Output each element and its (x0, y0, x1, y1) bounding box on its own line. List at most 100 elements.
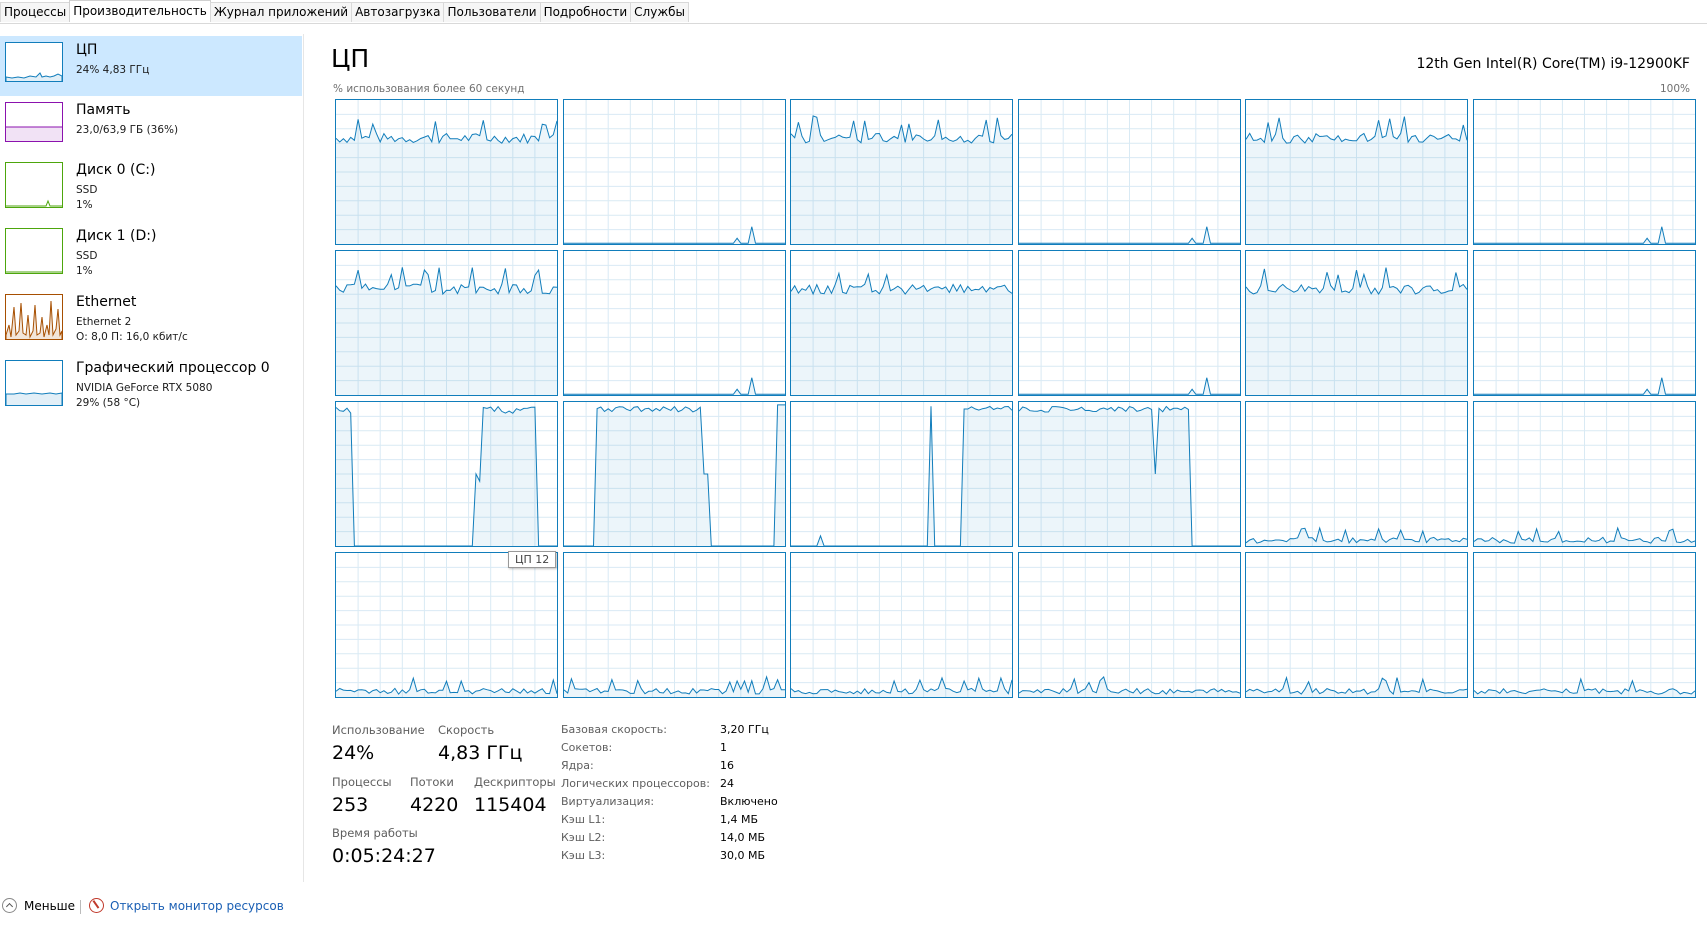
logical-cpu-graph[interactable] (1472, 552, 1696, 698)
info-label: Базовая скорость: (561, 723, 667, 736)
sidebar-item-detail-2: 1% (76, 265, 93, 277)
logical-cpu-graph[interactable] (1017, 552, 1241, 698)
info-label: Виртуализация: (561, 795, 655, 808)
tab-details[interactable]: Подробности (539, 2, 632, 22)
tab-bar: Процессы Производительность Журнал прило… (0, 0, 1707, 24)
sidebar-item-title: Ethernet (76, 294, 137, 310)
tab-users[interactable]: Пользователи (443, 2, 541, 22)
sidebar-item-detail: 23,0/63,9 ГБ (36%) (76, 124, 179, 136)
logical-cpu-graph[interactable] (1017, 99, 1241, 245)
info-value: 30,0 МБ (720, 849, 766, 862)
logical-cpu-graph[interactable] (790, 250, 1013, 396)
info-value: Включено (720, 795, 778, 808)
info-label: Кэш L1: (561, 813, 606, 826)
network-graph-thumbnail (5, 294, 63, 340)
uptime-value: 0:05:24:27 (332, 845, 436, 867)
logical-cpu-graph[interactable] (790, 552, 1013, 698)
sidebar-item-gpu[interactable]: Графический процессор 0 NVIDIA GeForce R… (0, 354, 302, 414)
resource-sidebar: ЦП 24% 4,83 ГГц Память 23,0/63,9 ГБ (36%… (0, 34, 302, 854)
uptime-label: Время работы (332, 826, 418, 840)
tab-performance[interactable]: Производительность (69, 0, 211, 22)
tab-app-history[interactable]: Журнал приложений (209, 2, 353, 22)
logical-cpu-graph[interactable] (335, 99, 558, 245)
sidebar-item-detail: 24% 4,83 ГГц (76, 64, 150, 76)
sidebar-item-detail: Ethernet 2 (76, 316, 132, 328)
info-label: Ядра: (561, 759, 594, 772)
logical-cpu-graph[interactable] (562, 401, 786, 547)
sidebar-item-detail-2: 29% (58 °C) (76, 397, 141, 409)
logical-cpu-graph[interactable] (1472, 401, 1696, 547)
usage-value: 24% (332, 742, 375, 764)
chevron-up-icon (2, 898, 17, 913)
sidebar-item-disk-1[interactable]: Диск 1 (D:) SSD 1% (0, 222, 302, 282)
info-value: 14,0 МБ (720, 831, 766, 844)
speed-label: Скорость (438, 723, 495, 737)
logical-cpu-graph[interactable] (790, 401, 1013, 547)
logical-cpu-graph[interactable] (562, 99, 786, 245)
logical-cpu-graph[interactable] (1017, 401, 1241, 547)
disk-graph-thumbnail (5, 228, 63, 274)
info-label: Кэш L3: (561, 849, 606, 862)
fewer-details-label: Меньше (24, 898, 76, 913)
info-value: 24 (720, 777, 734, 790)
sidebar-item-detail-2: О: 8,0 П: 16,0 кбит/с (76, 331, 188, 343)
sidebar-item-title: Диск 0 (C:) (76, 162, 156, 178)
handles-value: 115404 (474, 794, 547, 816)
sidebar-item-memory[interactable]: Память 23,0/63,9 ГБ (36%) (0, 96, 302, 156)
tabs: Процессы Производительность Журнал прило… (0, 0, 690, 23)
sidebar-item-detail: SSD (76, 250, 98, 262)
memory-graph-thumbnail (5, 102, 63, 142)
sidebar-item-detail: SSD (76, 184, 98, 196)
logical-cpu-graph[interactable] (562, 250, 786, 396)
open-resource-monitor-link[interactable]: Открыть монитор ресурсов (89, 898, 284, 913)
sidebar-item-disk-0[interactable]: Диск 0 (C:) SSD 1% (0, 156, 302, 216)
footer: Меньше Открыть монитор ресурсов (0, 896, 1707, 920)
speed-value: 4,83 ГГц (438, 742, 523, 764)
info-value: 1 (720, 741, 727, 754)
logical-cpu-graph[interactable] (1245, 401, 1468, 547)
usage-label: Использование (332, 723, 425, 737)
page-title: ЦП (331, 44, 370, 73)
logical-cpu-graph[interactable] (1017, 250, 1241, 396)
fewer-details-button[interactable]: Меньше (2, 898, 75, 913)
logical-cpu-graph[interactable] (1472, 250, 1696, 396)
logical-cpu-graph[interactable] (1245, 99, 1468, 245)
sidebar-item-cpu[interactable]: ЦП 24% 4,83 ГГц (0, 36, 302, 96)
sidebar-divider (303, 34, 304, 882)
resource-monitor-icon (89, 898, 104, 913)
cpu-graph-thumbnail (5, 42, 63, 82)
info-value: 16 (720, 759, 734, 772)
tab-services[interactable]: Службы (630, 2, 690, 22)
logical-cpu-graph[interactable] (1245, 552, 1468, 698)
logical-cpu-graph[interactable] (1245, 250, 1468, 396)
logical-cpu-graph[interactable] (335, 552, 558, 698)
sidebar-item-title: Память (76, 102, 131, 118)
cpu-model-name: 12th Gen Intel(R) Core(TM) i9-12900KF (1416, 56, 1690, 72)
sidebar-item-ethernet[interactable]: Ethernet Ethernet 2 О: 8,0 П: 16,0 кбит/… (0, 288, 302, 348)
logical-cpu-graph[interactable] (335, 250, 558, 396)
logical-cpu-graph[interactable] (790, 99, 1013, 245)
cpu-tooltip: ЦП 12 (508, 551, 557, 568)
logical-cpu-graph[interactable] (335, 401, 558, 547)
gpu-graph-thumbnail (5, 360, 63, 406)
threads-value: 4220 (410, 794, 459, 816)
info-value: 3,20 ГГц (720, 723, 769, 736)
threads-label: Потоки (410, 775, 454, 789)
graph-max-label: 100% (1659, 83, 1690, 95)
graph-caption: % использования более 60 секунд (333, 83, 525, 95)
tab-startup[interactable]: Автозагрузка (351, 2, 445, 22)
disk-graph-thumbnail (5, 162, 63, 208)
open-resource-monitor-label: Открыть монитор ресурсов (110, 898, 284, 913)
processes-label: Процессы (332, 775, 392, 789)
processes-value: 253 (332, 794, 369, 816)
logical-cpu-graph[interactable] (562, 552, 786, 698)
info-label: Сокетов: (561, 741, 613, 754)
sidebar-item-detail-2: 1% (76, 199, 93, 211)
tab-processes[interactable]: Процессы (0, 2, 71, 22)
handles-label: Дескрипторы (474, 775, 556, 789)
footer-divider (80, 900, 81, 914)
logical-cpu-graph[interactable] (1472, 99, 1696, 245)
sidebar-item-title: Графический процессор 0 (76, 360, 270, 376)
sidebar-item-title: Диск 1 (D:) (76, 228, 157, 244)
sidebar-item-detail: NVIDIA GeForce RTX 5080 (76, 382, 213, 394)
